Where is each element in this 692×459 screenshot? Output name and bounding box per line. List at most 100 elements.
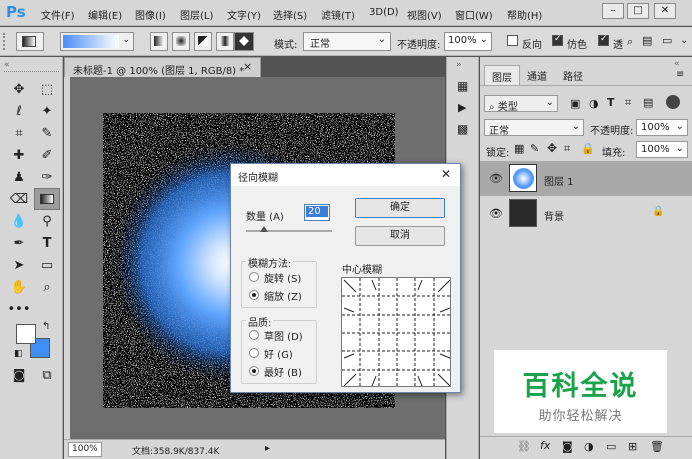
dither-checkbox[interactable] bbox=[552, 34, 563, 46]
close-window-icon[interactable]: ✕ bbox=[654, 3, 676, 19]
menu-edit[interactable]: 编辑(E) bbox=[88, 7, 122, 22]
default-colors-icon[interactable]: ◧ bbox=[14, 349, 23, 359]
lock-artboard-icon[interactable]: ⌗ bbox=[564, 142, 570, 156]
reverse-checkbox[interactable] bbox=[507, 35, 518, 46]
history-brush-icon[interactable]: ✑ bbox=[34, 167, 60, 189]
menu-3d[interactable]: 3D(D) bbox=[369, 7, 399, 18]
clone-stamp-icon[interactable]: ♟ bbox=[6, 167, 32, 189]
zoom-radio[interactable] bbox=[249, 290, 259, 300]
status-arrow-icon[interactable]: ▸ bbox=[265, 443, 270, 454]
spin-radio[interactable] bbox=[249, 272, 259, 282]
eye-visibility-icon[interactable]: 👁 bbox=[489, 172, 503, 185]
pen-tool-icon[interactable]: ✒ bbox=[6, 233, 32, 255]
blend-mode-select[interactable]: 正常 ⌄ bbox=[484, 119, 584, 137]
lock-position-icon[interactable]: ✥ bbox=[547, 141, 557, 155]
blur-tool-icon[interactable]: 💧 bbox=[6, 211, 32, 233]
expand-arrows-icon[interactable]: » bbox=[456, 60, 462, 70]
filter-shape-icon[interactable]: ⌗ bbox=[625, 96, 631, 110]
blur-center-preview[interactable] bbox=[341, 277, 451, 387]
gradient-tool-icon[interactable] bbox=[34, 188, 60, 210]
menu-window[interactable]: 窗口(W) bbox=[455, 7, 493, 22]
layer-opacity-input[interactable]: 100% ⌄ bbox=[636, 119, 688, 136]
marquee-tool-icon[interactable]: ⬚ bbox=[34, 79, 60, 101]
close-tab-icon[interactable]: × bbox=[243, 60, 252, 73]
eyedropper-tool-icon[interactable]: ✎ bbox=[34, 123, 60, 145]
hand-tool-icon[interactable]: ✋ bbox=[6, 277, 32, 299]
type-tool-icon[interactable]: T bbox=[34, 233, 60, 255]
lock-pixels-icon[interactable]: ✎ bbox=[530, 142, 539, 155]
diamond-gradient-icon[interactable] bbox=[234, 32, 254, 51]
zoom-field[interactable]: 100% bbox=[68, 442, 102, 457]
healing-brush-icon[interactable]: ✚ bbox=[6, 145, 32, 167]
menu-select[interactable]: 选择(S) bbox=[273, 7, 307, 22]
tab-channels[interactable]: 通道 bbox=[520, 65, 554, 85]
menu-help[interactable]: 帮助(H) bbox=[507, 7, 542, 22]
add-mask-icon[interactable]: ◙ bbox=[562, 440, 573, 453]
amount-slider-track[interactable] bbox=[246, 230, 332, 232]
radial-gradient-icon[interactable] bbox=[172, 32, 190, 51]
minimize-icon[interactable]: – bbox=[602, 3, 624, 19]
workspace-icon[interactable]: ▭ bbox=[662, 34, 672, 47]
menu-filter[interactable]: 滤镜(T) bbox=[321, 7, 355, 22]
link-layers-icon[interactable]: ⛓ bbox=[517, 440, 531, 453]
draft-radio[interactable] bbox=[249, 330, 259, 340]
filter-toggle-icon[interactable] bbox=[666, 95, 680, 109]
best-radio[interactable] bbox=[249, 366, 259, 376]
amount-input[interactable]: 20 bbox=[304, 204, 330, 221]
gradient-picker[interactable]: ⌄ bbox=[60, 32, 134, 51]
linear-gradient-icon[interactable] bbox=[150, 32, 168, 51]
actions-play-icon[interactable]: ▶ bbox=[458, 101, 466, 114]
angle-gradient-icon[interactable] bbox=[194, 32, 212, 51]
zoom-tool-icon[interactable]: ⌕ bbox=[34, 277, 60, 299]
lock-transparent-icon[interactable]: ▦ bbox=[514, 142, 524, 155]
menu-layer[interactable]: 图层(L) bbox=[180, 7, 213, 22]
eye-visibility-icon[interactable]: 👁 bbox=[489, 207, 503, 220]
swap-colors-icon[interactable]: ↰ bbox=[42, 321, 50, 332]
menu-view[interactable]: 视图(V) bbox=[407, 7, 442, 22]
chevron-down-icon[interactable]: ⌄ bbox=[680, 35, 688, 46]
cancel-button[interactable]: 取消 bbox=[355, 226, 445, 246]
filter-pixel-icon[interactable]: ▣ bbox=[570, 97, 580, 110]
fill-input[interactable]: 100% ⌄ bbox=[636, 141, 688, 158]
brush-tool-icon[interactable]: ✐ bbox=[34, 145, 60, 167]
reflected-gradient-icon[interactable] bbox=[216, 32, 234, 51]
mode-select[interactable]: 正常 ⌄ bbox=[303, 32, 391, 51]
gradient-tool-preset-icon[interactable] bbox=[16, 32, 44, 51]
close-icon[interactable]: ✕ bbox=[441, 167, 451, 181]
filter-adjustment-icon[interactable]: ◑ bbox=[589, 97, 599, 110]
tab-layers[interactable]: 图层 bbox=[484, 65, 520, 85]
search-icon[interactable]: ⌕ bbox=[627, 35, 633, 49]
move-tool-icon[interactable]: ✥ bbox=[6, 79, 32, 101]
fx-icon[interactable]: fx bbox=[540, 439, 550, 452]
panel-collapse-icon[interactable]: « bbox=[674, 59, 680, 69]
panel-toggle-icon[interactable]: ▤ bbox=[642, 34, 652, 47]
panel-menu-icon[interactable]: ≡ bbox=[676, 69, 684, 80]
crop-tool-icon[interactable]: ⌗ bbox=[6, 123, 32, 145]
quick-mask-icon[interactable]: ◙ bbox=[6, 365, 32, 387]
history-panel-icon[interactable]: ▦ bbox=[457, 79, 468, 93]
good-radio[interactable] bbox=[249, 348, 259, 358]
transparency-checkbox[interactable] bbox=[598, 34, 609, 46]
new-layer-icon[interactable]: ⊞ bbox=[628, 440, 637, 453]
dodge-tool-icon[interactable]: ⚲ bbox=[34, 211, 60, 233]
menu-type[interactable]: 文字(Y) bbox=[227, 7, 261, 22]
path-selection-icon[interactable]: ➤ bbox=[6, 255, 32, 277]
rectangle-tool-icon[interactable]: ▭ bbox=[34, 255, 60, 277]
layer-row-layer1[interactable]: 👁 图层 1 bbox=[480, 162, 692, 196]
document-tab[interactable]: 未标题-1 @ 100% (图层 1, RGB/8) * × bbox=[64, 57, 261, 77]
menu-file[interactable]: 文件(F) bbox=[41, 7, 75, 22]
opacity-input[interactable]: 100% ⌄ bbox=[444, 32, 492, 51]
more-tools-icon[interactable]: ••• bbox=[6, 299, 32, 321]
collapse-arrows-icon[interactable]: « bbox=[4, 60, 10, 70]
ok-button[interactable]: 确定 bbox=[355, 198, 445, 218]
eraser-tool-icon[interactable]: ⌫ bbox=[6, 189, 32, 211]
menu-image[interactable]: 图像(I) bbox=[135, 7, 166, 22]
screen-mode-icon[interactable]: ⧉ bbox=[34, 365, 60, 387]
filter-smart-object-icon[interactable]: ▤ bbox=[643, 96, 653, 109]
magic-wand-icon[interactable]: ✦ bbox=[34, 101, 60, 123]
lasso-tool-icon[interactable]: ℓ bbox=[6, 101, 32, 123]
properties-panel-icon[interactable]: ▩ bbox=[457, 122, 468, 136]
layer-row-background[interactable]: 👁 背景 🔒 bbox=[480, 197, 692, 231]
tab-paths[interactable]: 路径 bbox=[556, 65, 590, 85]
lock-all-icon[interactable]: 🔒 bbox=[581, 142, 595, 155]
